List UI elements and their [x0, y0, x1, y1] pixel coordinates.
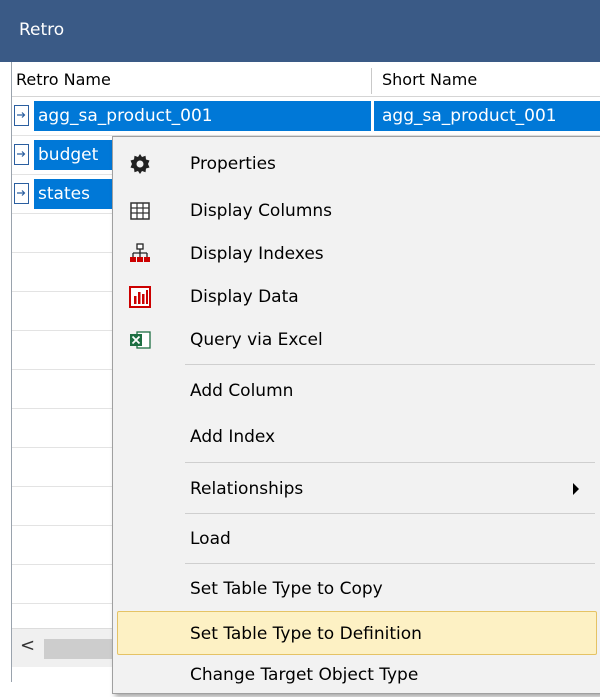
menu-item-label: Add Index [190, 427, 276, 447]
horizontal-scrollbar[interactable]: < [12, 628, 116, 667]
menu-item-label: Set Table Type to Copy [190, 579, 383, 599]
menu-item-label: Set Table Type to Definition [190, 624, 422, 644]
menu-item-label: Properties [190, 154, 276, 174]
menu-separator [185, 364, 595, 365]
scroll-thumb[interactable] [44, 639, 114, 659]
retro-name-text: agg_sa_product_001 [38, 106, 213, 126]
menu-item-relationships[interactable]: Relationships [117, 467, 597, 511]
grid-header: Retro Name Short Name [12, 62, 600, 97]
menu-item-label: Change Target Object Type [190, 665, 419, 685]
retro-name-text: budget [38, 145, 99, 165]
table-document-icon [14, 144, 29, 165]
short-name-text: agg_sa_product_001 [382, 106, 557, 126]
context-menu: Properties Display Columns Display Index… [112, 136, 600, 694]
column-header-retro-name[interactable]: Retro Name [16, 62, 111, 96]
short-name-cell[interactable]: agg_sa_product_001 [374, 101, 600, 131]
table-row[interactable]: agg_sa_product_001 agg_sa_product_001 [12, 97, 600, 136]
menu-item-label: Load [190, 529, 231, 549]
menu-item-label: Relationships [190, 479, 304, 499]
column-separator[interactable] [371, 68, 372, 94]
menu-item-query-via-excel[interactable]: Query via Excel [117, 318, 597, 362]
submenu-arrow-icon [573, 483, 579, 495]
table-document-icon [14, 105, 29, 126]
menu-item-label: Display Columns [190, 201, 333, 221]
excel-icon [130, 331, 151, 349]
grid-icon [130, 202, 150, 220]
menu-item-properties[interactable]: Properties [117, 142, 597, 186]
menu-separator [185, 462, 595, 463]
scroll-left-arrow[interactable]: < [20, 635, 35, 656]
menu-item-add-column[interactable]: Add Column [117, 369, 597, 413]
menu-item-change-target-object-type[interactable]: Change Target Object Type [117, 653, 597, 697]
retro-name-text: states [38, 184, 90, 204]
menu-item-label: Display Data [190, 287, 299, 307]
table-document-icon [14, 183, 29, 204]
gear-icon [130, 154, 150, 174]
pane-title: Retro [19, 20, 65, 40]
menu-item-set-table-type-definition[interactable]: Set Table Type to Definition [117, 611, 597, 655]
menu-item-set-table-type-copy[interactable]: Set Table Type to Copy [117, 567, 597, 611]
menu-separator [185, 513, 595, 514]
menu-item-display-columns[interactable]: Display Columns [117, 189, 597, 233]
menu-item-label: Add Column [190, 381, 294, 401]
menu-separator [185, 563, 595, 564]
column-header-short-name[interactable]: Short Name [382, 62, 477, 96]
pane-title-bar: Retro [0, 0, 600, 62]
menu-item-load[interactable]: Load [117, 517, 597, 561]
retro-name-cell[interactable]: agg_sa_product_001 [34, 101, 371, 131]
hierarchy-icon [130, 243, 150, 262]
menu-item-label: Query via Excel [190, 330, 323, 350]
menu-item-display-data[interactable]: Display Data [117, 275, 597, 319]
bar-chart-icon [129, 286, 151, 308]
menu-item-add-index[interactable]: Add Index [117, 415, 597, 459]
menu-item-display-indexes[interactable]: Display Indexes [117, 232, 597, 276]
menu-item-label: Display Indexes [190, 244, 324, 264]
